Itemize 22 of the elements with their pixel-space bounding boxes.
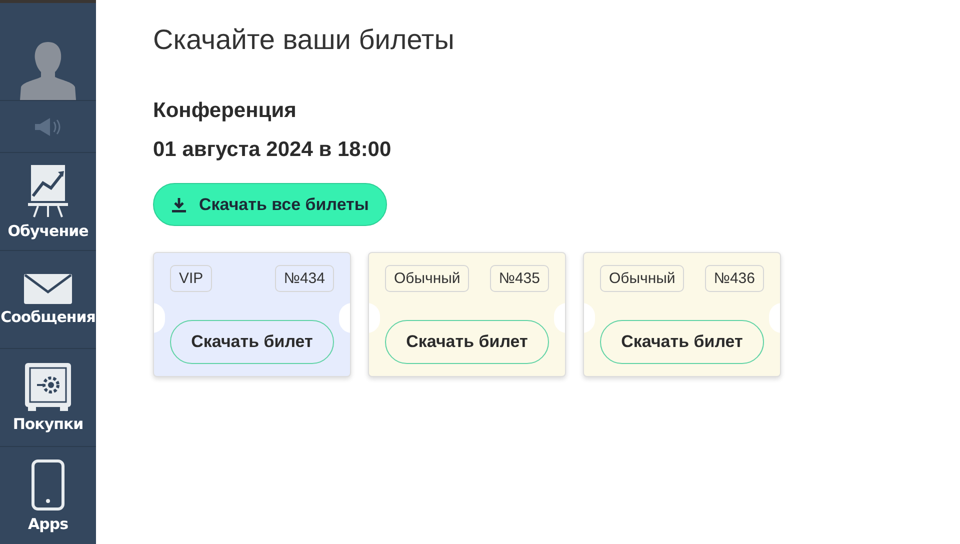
ticket-number: №435 [490, 265, 549, 292]
safe-icon[interactable] [25, 362, 71, 410]
page-title: Скачайте ваши билеты [153, 24, 456, 56]
download-ticket-button[interactable]: Скачать билет [170, 320, 334, 364]
ticket-type: Обычный [385, 265, 470, 292]
event-date: 01 августа 2024 в 18:00 [153, 137, 392, 163]
sidebar-label[interactable]: Сообщения [0, 308, 96, 326]
download-ticket-button[interactable]: Скачать билет [385, 320, 549, 364]
event-name: Конференция [153, 98, 298, 124]
sidebar-label[interactable]: Покупки [12, 414, 84, 432]
mail-icon[interactable] [24, 274, 72, 304]
download-all-button[interactable]: Скачать все билеты [153, 183, 387, 226]
ticket-number: №434 [274, 265, 334, 292]
sidebar-label[interactable]: Apps [28, 514, 68, 532]
ticket-number: №436 [704, 265, 764, 292]
chart-board-icon[interactable] [28, 164, 68, 218]
ticket-type: Обычный [600, 265, 684, 292]
ticket-type: VIP [170, 265, 212, 292]
download-ticket-button[interactable]: Скачать билет [600, 320, 764, 364]
sidebar-label[interactable]: Обучение [8, 222, 88, 240]
phone-icon[interactable] [31, 458, 65, 510]
download-icon [171, 196, 187, 212]
